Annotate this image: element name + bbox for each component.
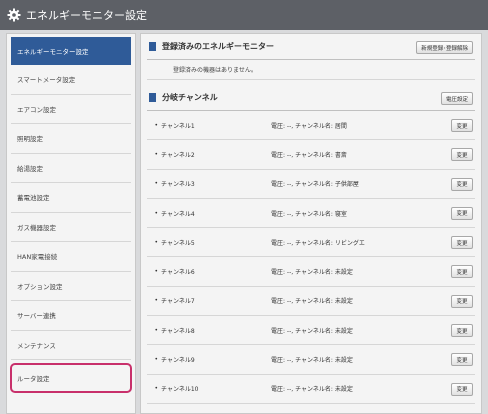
- sidebar-item-server-link[interactable]: サーバー連携: [11, 301, 131, 331]
- registered-monitors-header: 登録済みのエネルギーモニター 新規登録･登録解除: [147, 34, 475, 60]
- bullet-icon: •: [154, 268, 158, 276]
- bullet-icon: •: [154, 180, 158, 188]
- sidebar-item-lighting[interactable]: 照明設定: [11, 124, 131, 154]
- channel-name: チャンネル2: [161, 151, 195, 159]
- channel-info: 電圧: --, チャンネル名: 未設定: [271, 298, 353, 306]
- channel-info: 電圧: --, チャンネル名: 未設定: [271, 269, 353, 277]
- branch-channels-header: 分岐チャンネル 電圧設定: [147, 85, 475, 111]
- sidebar-item-han-connection[interactable]: HAN家電接続: [11, 242, 131, 272]
- sidebar-item-router[interactable]: ルータ設定: [10, 363, 132, 393]
- bullet-icon: •: [154, 238, 158, 246]
- channel-name: チャンネル6: [161, 269, 195, 277]
- sidebar-item-energy-monitor[interactable]: エネルギーモニター設定: [11, 37, 131, 65]
- channel-row: • チャンネル5 電圧: --, チャンネル名: リビングエ 変更: [147, 228, 475, 258]
- channel-name: チャンネル1: [161, 122, 195, 130]
- channel-row: • チャンネル8 電圧: --, チャンネル名: 未設定 変更: [147, 316, 475, 346]
- channel-info: 電圧: --, チャンネル名: 寝室: [271, 210, 347, 218]
- sidebar: エネルギーモニター設定 スマートメータ設定 エアコン設定 照明設定 給湯設定 蓄…: [6, 33, 136, 414]
- sidebar-item-maintenance[interactable]: メンテナンス: [11, 331, 131, 360]
- bullet-icon: •: [154, 297, 158, 305]
- channel-info: 電圧: --, チャンネル名: 居間: [271, 122, 347, 130]
- no-devices-message: 登録済みの機器はありません。: [147, 60, 475, 80]
- change-button[interactable]: 変更: [451, 382, 473, 396]
- change-button[interactable]: 変更: [451, 177, 473, 191]
- window-title: エネルギーモニター設定: [26, 9, 147, 22]
- section-marker: [149, 93, 156, 102]
- change-button[interactable]: 変更: [451, 324, 473, 338]
- voltage-setting-button[interactable]: 電圧設定: [440, 92, 473, 105]
- channel-list: • チャンネル1 電圧: --, チャンネル名: 居間 変更 • チャンネル2 電圧: --…: [147, 111, 475, 404]
- change-button[interactable]: 変更: [451, 119, 473, 132]
- branch-channels-title: 分岐チャンネル: [162, 93, 218, 102]
- sidebar-item-aircon[interactable]: エアコン設定: [11, 95, 131, 124]
- change-button[interactable]: 変更: [451, 265, 473, 279]
- sidebar-item-battery[interactable]: 蓄電池設定: [11, 183, 131, 213]
- channel-name: チャンネル9: [161, 357, 195, 365]
- channel-name: チャンネル4: [161, 210, 195, 218]
- main-panel: 登録済みのエネルギーモニター 新規登録･登録解除 登録済みの機器はありません。 …: [140, 33, 482, 414]
- channel-info: 電圧: --, チャンネル名: リビングエ: [271, 239, 365, 247]
- change-button[interactable]: 変更: [451, 206, 473, 220]
- sidebar-item-options[interactable]: オプション設定: [11, 272, 131, 301]
- change-button[interactable]: 変更: [451, 236, 473, 250]
- register-unregister-button[interactable]: 新規登録･登録解除: [416, 41, 473, 54]
- channel-row: • チャンネル1 電圧: --, チャンネル名: 居間 変更: [147, 111, 475, 141]
- channel-row: • チャンネル2 電圧: --, チャンネル名: 書斎 変更: [147, 140, 475, 170]
- title-bar: エネルギーモニター設定: [0, 0, 488, 30]
- channel-row: • チャンネル10 電圧: --, チャンネル名: 未設定 変更: [147, 375, 475, 404]
- channel-info: 電圧: --, チャンネル名: 未設定: [271, 357, 353, 365]
- channel-name: チャンネル5: [161, 239, 195, 247]
- sidebar-item-water-heater[interactable]: 給湯設定: [11, 154, 131, 183]
- bullet-icon: •: [154, 326, 158, 334]
- channel-name: チャンネル8: [161, 327, 195, 335]
- bullet-icon: •: [154, 356, 158, 364]
- channel-row: • チャンネル3 電圧: --, チャンネル名: 子供部屋 変更: [147, 170, 475, 199]
- channel-name: チャンネル10: [161, 386, 199, 394]
- channel-info: 電圧: --, チャンネル名: 未設定: [271, 327, 353, 335]
- bullet-icon: •: [154, 121, 158, 129]
- channel-row: • チャンネル9 電圧: --, チャンネル名: 未設定 変更: [147, 345, 475, 375]
- change-button[interactable]: 変更: [451, 294, 473, 308]
- channel-row: • チャンネル4 電圧: --, チャンネル名: 寝室 変更: [147, 199, 475, 229]
- channel-row: • チャンネル7 電圧: --, チャンネル名: 未設定 変更: [147, 287, 475, 317]
- channel-name: チャンネル3: [161, 181, 195, 189]
- channel-info: 電圧: --, チャンネル名: 子供部屋: [271, 181, 359, 189]
- channel-name: チャンネル7: [161, 298, 195, 306]
- sidebar-item-gas-appliance[interactable]: ガス機器設定: [11, 213, 131, 242]
- bullet-icon: •: [154, 385, 158, 393]
- gear-icon: [7, 8, 21, 22]
- change-button[interactable]: 変更: [451, 148, 473, 162]
- channel-row: • チャンネル6 電圧: --, チャンネル名: 未設定 変更: [147, 257, 475, 287]
- bullet-icon: •: [154, 150, 158, 158]
- bullet-icon: •: [154, 209, 158, 217]
- sidebar-item-smart-meter[interactable]: スマートメータ設定: [11, 65, 131, 95]
- registered-monitors-title: 登録済みのエネルギーモニター: [162, 42, 274, 51]
- section-marker: [149, 42, 156, 51]
- channel-info: 電圧: --, チャンネル名: 未設定: [271, 386, 353, 394]
- channel-info: 電圧: --, チャンネル名: 書斎: [271, 151, 347, 159]
- change-button[interactable]: 変更: [451, 353, 473, 367]
